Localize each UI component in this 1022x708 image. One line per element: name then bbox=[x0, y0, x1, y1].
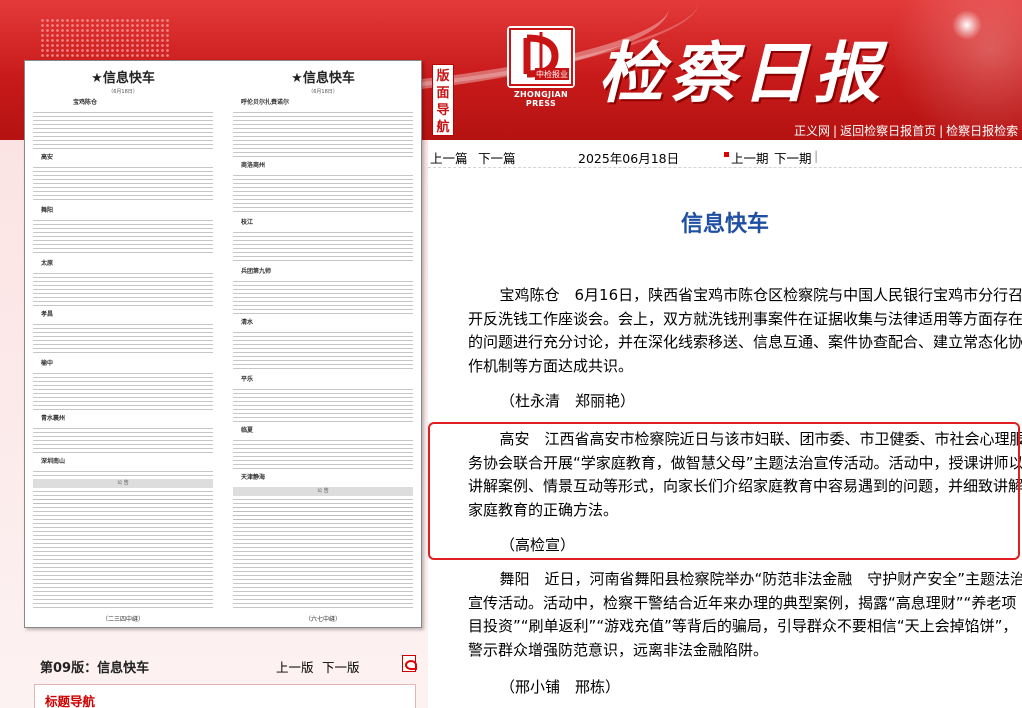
scan-notice: 公 告 bbox=[33, 479, 213, 488]
scan-text-block bbox=[233, 332, 413, 372]
scan-date: （6月18日） bbox=[308, 89, 338, 95]
link-separator: | bbox=[939, 124, 944, 138]
scan-subhead: 舞阳 bbox=[41, 207, 54, 214]
scan-subhead: 青水襄州 bbox=[41, 415, 66, 422]
scan-text-block bbox=[33, 220, 213, 256]
scan-heading: ★信息快车 bbox=[291, 71, 355, 86]
article-paragraph: 舞阳 近日，河南省舞阳县检察院举办“防范非法金融 守护财产安全”主题法治宣传活动… bbox=[468, 570, 1022, 659]
scan-text-block bbox=[33, 373, 213, 411]
article-body: 信息快车 宝鸡陈仓 6月16日，陕西省宝鸡市陈仓区检察院与中国人民银行宝鸡市分行… bbox=[428, 168, 1022, 708]
scan-text-block bbox=[33, 324, 213, 356]
article-author: （邢小铺 邢栋） bbox=[500, 678, 621, 696]
scan-text-block bbox=[233, 232, 413, 264]
link-separator: | bbox=[833, 124, 838, 138]
scan-text-block bbox=[33, 428, 213, 454]
toolbar-separator: | bbox=[814, 148, 819, 163]
scan-footer: （二三四中缝） bbox=[101, 616, 144, 623]
scan-subhead: 深圳南山 bbox=[41, 458, 66, 465]
scan-date: （6月18日） bbox=[108, 89, 138, 95]
scan-heading: ★信息快车 bbox=[91, 71, 155, 86]
scan-subhead: 高安 bbox=[41, 154, 54, 161]
scan-subhead: 兵团第九师 bbox=[241, 268, 272, 275]
scan-column-right: ★信息快车 （6月18日） 呼伦贝尔扎赉诺尔 商洛商州 枝江 兵团第九师 清水 … bbox=[233, 67, 413, 623]
header-links: 正义网 | 返回检察日报首页 | 检察日报检索 bbox=[794, 122, 1018, 139]
arrow-left-icon bbox=[724, 152, 729, 157]
scan-subhead: 太原 bbox=[41, 260, 54, 267]
nav-badge-char: 面 bbox=[436, 86, 450, 101]
logo-caption: ZHONGJIAN PRESS bbox=[513, 90, 569, 108]
scan-text-block bbox=[233, 507, 413, 611]
scan-subhead: 枝江 bbox=[241, 219, 254, 226]
nav-badge-char: 导 bbox=[436, 103, 450, 118]
article-paragraph: 高安 江西省高安市检察院近日与该市妇联、团市委、市卫健委、市社会心理服务协会联合… bbox=[468, 430, 1022, 519]
scan-subhead: 商洛商州 bbox=[241, 162, 266, 169]
zhongjian-logo: 中检报业 ZHONGJIAN PRESS bbox=[507, 26, 575, 108]
article-author: （杜永清 郑丽艳） bbox=[500, 392, 636, 410]
article-title: 信息快车 bbox=[680, 212, 769, 237]
next-article-link[interactable]: 下一篇 bbox=[478, 148, 516, 167]
page-name: 信息快车 bbox=[97, 661, 150, 676]
scan-subhead: 孝昌 bbox=[41, 311, 54, 318]
scan-column-left: ★信息快车 （6月18日） 宝鸡陈仓 高安 舞阳 太原 孝昌 榆中 青水襄州 深… bbox=[33, 67, 213, 623]
scan-text-block bbox=[33, 167, 213, 203]
prev-issue-link[interactable]: 上一期 bbox=[731, 148, 769, 167]
sparkle-icon bbox=[952, 10, 982, 40]
scan-subhead: 呼伦贝尔扎赉诺尔 bbox=[241, 99, 290, 106]
scan-subhead: 平乐 bbox=[241, 376, 254, 383]
scan-text-block bbox=[33, 273, 213, 307]
scan-subhead: 清水 bbox=[241, 319, 254, 326]
newspaper-page-thumbnail[interactable]: ★信息快车 （6月18日） 宝鸡陈仓 高安 舞阳 太原 孝昌 榆中 青水襄州 深… bbox=[24, 60, 422, 628]
title-nav-panel: 标题导航 bbox=[34, 684, 416, 708]
page-info: 第09版：信息快车 bbox=[40, 657, 149, 676]
scan-text-block bbox=[233, 440, 413, 470]
scan-notice: 公 告 bbox=[233, 487, 413, 496]
nav-badge-char: 版 bbox=[436, 69, 450, 84]
title-nav-label: 标题导航 bbox=[45, 694, 96, 708]
issue-date: 2025年06月18日 bbox=[578, 151, 680, 166]
page-number: 第09版： bbox=[40, 661, 98, 676]
scan-text-block bbox=[33, 499, 213, 609]
article-toolbar: 上一篇 下一篇 2025年06月18日 上一期 下一期 | bbox=[428, 140, 1022, 168]
article-paragraph: 宝鸡陈仓 6月16日，陕西省宝鸡市陈仓区检察院与中国人民银行宝鸡市分行召开反洗钱… bbox=[468, 286, 1022, 375]
scan-text-block bbox=[233, 389, 413, 423]
scan-text-block bbox=[233, 281, 413, 315]
link-home[interactable]: 返回检察日报首页 bbox=[840, 124, 936, 138]
logo-emblem-icon: 中检报业 bbox=[507, 26, 575, 88]
logo-mark-text: 中检报业 bbox=[536, 69, 568, 79]
prev-page-link[interactable]: 上一版 bbox=[276, 657, 314, 676]
article-author: （高检宣） bbox=[500, 536, 576, 554]
scan-subhead: 榆中 bbox=[41, 360, 54, 367]
pdf-icon[interactable] bbox=[402, 655, 417, 672]
header-dot-pattern bbox=[40, 18, 170, 58]
scan-text-block bbox=[33, 112, 213, 150]
scan-subhead: 宝鸡陈仓 bbox=[73, 99, 98, 106]
scan-subhead: 临夏 bbox=[241, 427, 254, 434]
scan-text-block bbox=[233, 175, 413, 215]
prev-article-link[interactable]: 上一篇 bbox=[430, 148, 468, 167]
layout-nav-badge[interactable]: 版 面 导 航 bbox=[432, 64, 454, 136]
scan-text-block bbox=[233, 112, 413, 158]
next-issue-link[interactable]: 下一期 bbox=[774, 148, 812, 167]
link-zhengyi[interactable]: 正义网 bbox=[794, 124, 830, 138]
scan-subhead: 天津静海 bbox=[241, 474, 266, 481]
header-glow bbox=[880, 0, 1022, 140]
masthead-title: 检察日报 bbox=[598, 34, 886, 112]
link-search[interactable]: 检察日报检索 bbox=[946, 124, 1018, 138]
nav-badge-char: 航 bbox=[436, 120, 450, 135]
scan-footer: （六七中缝） bbox=[304, 616, 341, 623]
next-page-link[interactable]: 下一版 bbox=[322, 657, 360, 676]
